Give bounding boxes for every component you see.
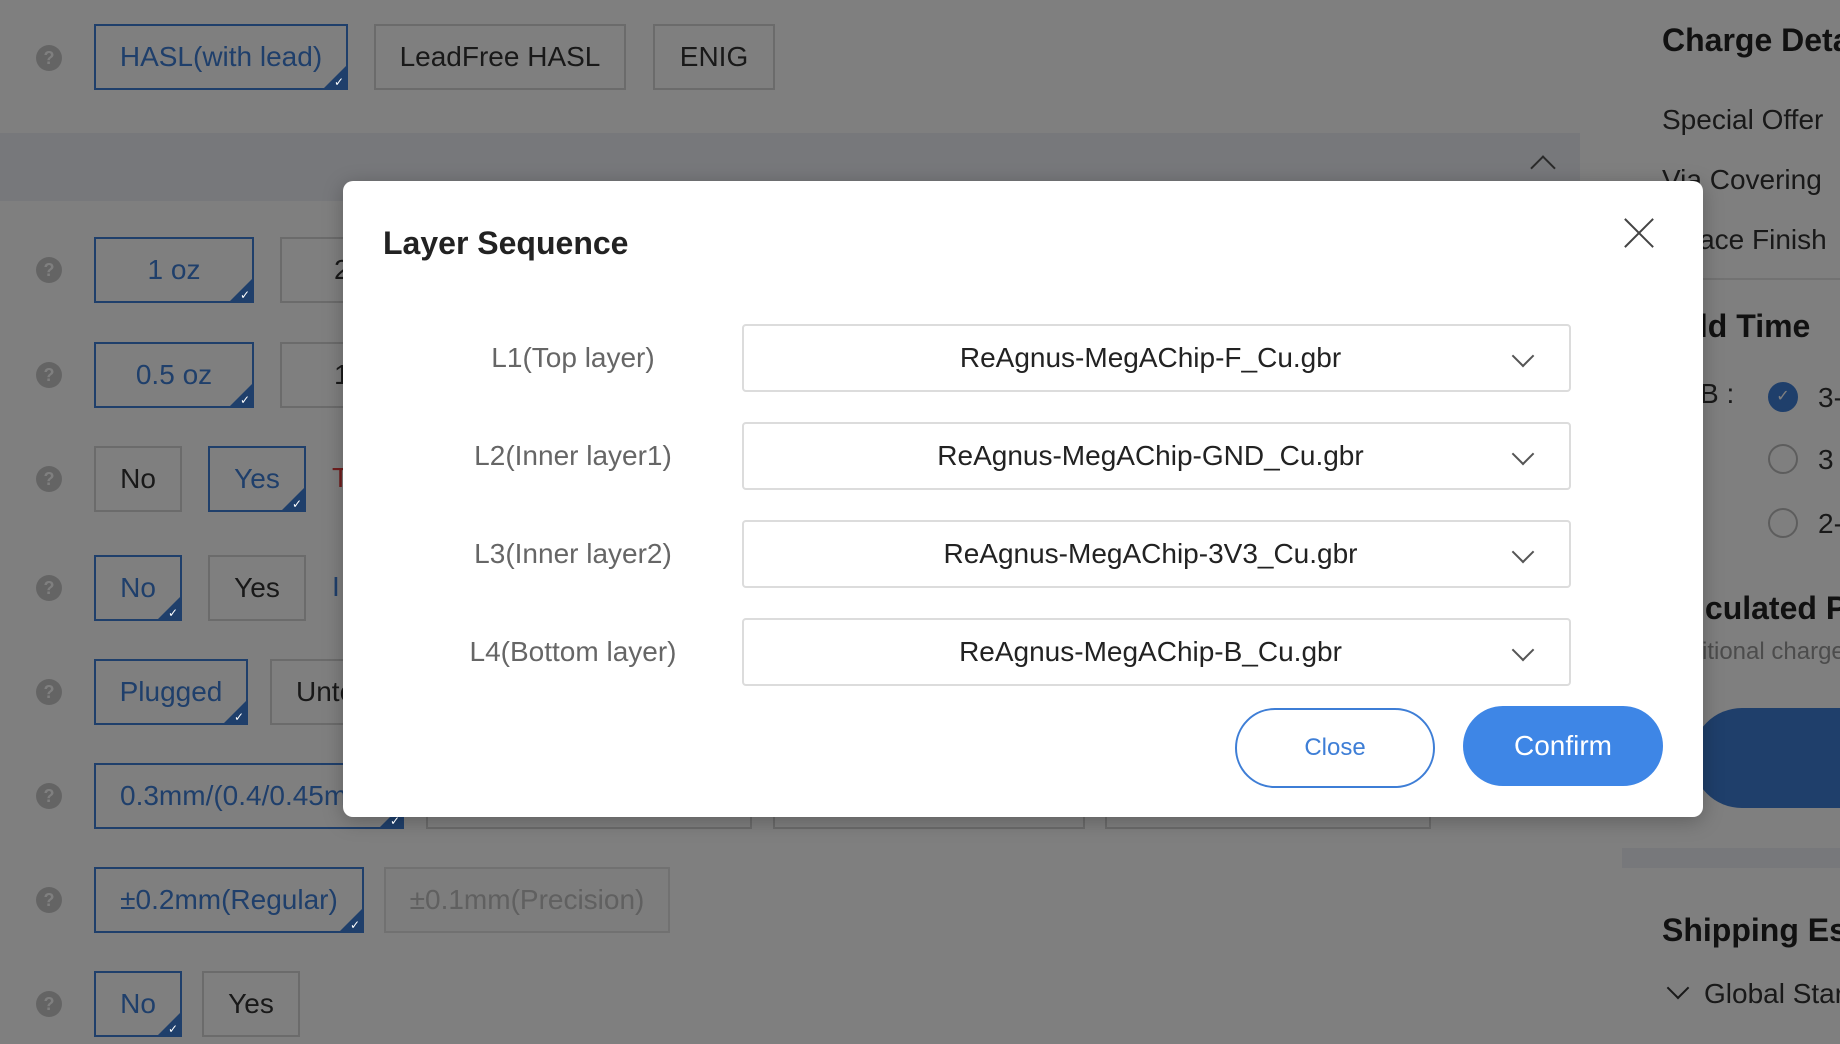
layer-select-l4[interactable]: ReAgnus-MegAChip-B_Cu.gbr — [742, 618, 1571, 686]
check-icon: ✓ — [349, 918, 360, 932]
check-icon: ✓ — [239, 393, 250, 407]
chevron-down-icon — [1511, 540, 1535, 564]
layer-select-l2[interactable]: ReAgnus-MegAChip-GND_Cu.gbr — [742, 422, 1571, 490]
layer-label: L2(Inner layer1) — [474, 440, 672, 471]
layer-sequence-dialog: Layer Sequence L1(Top layer) ReAgnus-Meg… — [343, 181, 1703, 817]
check-icon: ✓ — [167, 606, 178, 620]
chevron-down-icon — [1511, 442, 1535, 466]
dialog-title: Layer Sequence — [383, 225, 629, 261]
check-icon: ✓ — [291, 497, 302, 511]
chevron-down-icon — [1511, 638, 1535, 662]
layer-row-l3: L3(Inner layer2) ReAgnus-MegAChip-3V3_Cu… — [343, 520, 1703, 588]
layer-select-value: ReAgnus-MegAChip-F_Cu.gbr — [959, 342, 1342, 373]
chevron-down-icon — [1511, 344, 1535, 368]
layer-row-l4: L4(Bottom layer) ReAgnus-MegAChip-B_Cu.g… — [343, 618, 1703, 686]
check-icon: ✓ — [333, 75, 344, 89]
check-icon: ✓ — [239, 288, 250, 302]
confirm-button[interactable]: Confirm — [1463, 706, 1663, 786]
close-button[interactable]: Close — [1235, 708, 1435, 788]
check-icon: ✓ — [167, 1022, 178, 1036]
page: ? HASL(with lead) ✓ LeadFree HASL ENIG ?… — [0, 0, 1840, 1044]
close-icon[interactable] — [1617, 211, 1661, 255]
layer-select-value: ReAgnus-MegAChip-B_Cu.gbr — [959, 636, 1342, 667]
layer-select-l3[interactable]: ReAgnus-MegAChip-3V3_Cu.gbr — [742, 520, 1571, 588]
layer-label: L4(Bottom layer) — [469, 636, 677, 667]
layer-select-value: ReAgnus-MegAChip-3V3_Cu.gbr — [943, 538, 1358, 569]
layer-label: L3(Inner layer2) — [474, 538, 672, 569]
check-icon: ✓ — [233, 710, 244, 724]
check-icon: ✓ — [389, 814, 400, 828]
layer-row-l2: L2(Inner layer1) ReAgnus-MegAChip-GND_Cu… — [343, 422, 1703, 490]
layer-label: L1(Top layer) — [491, 342, 655, 373]
layer-select-l1[interactable]: ReAgnus-MegAChip-F_Cu.gbr — [742, 324, 1571, 392]
layer-row-l1: L1(Top layer) ReAgnus-MegAChip-F_Cu.gbr — [343, 324, 1703, 392]
layer-select-value: ReAgnus-MegAChip-GND_Cu.gbr — [937, 440, 1364, 471]
